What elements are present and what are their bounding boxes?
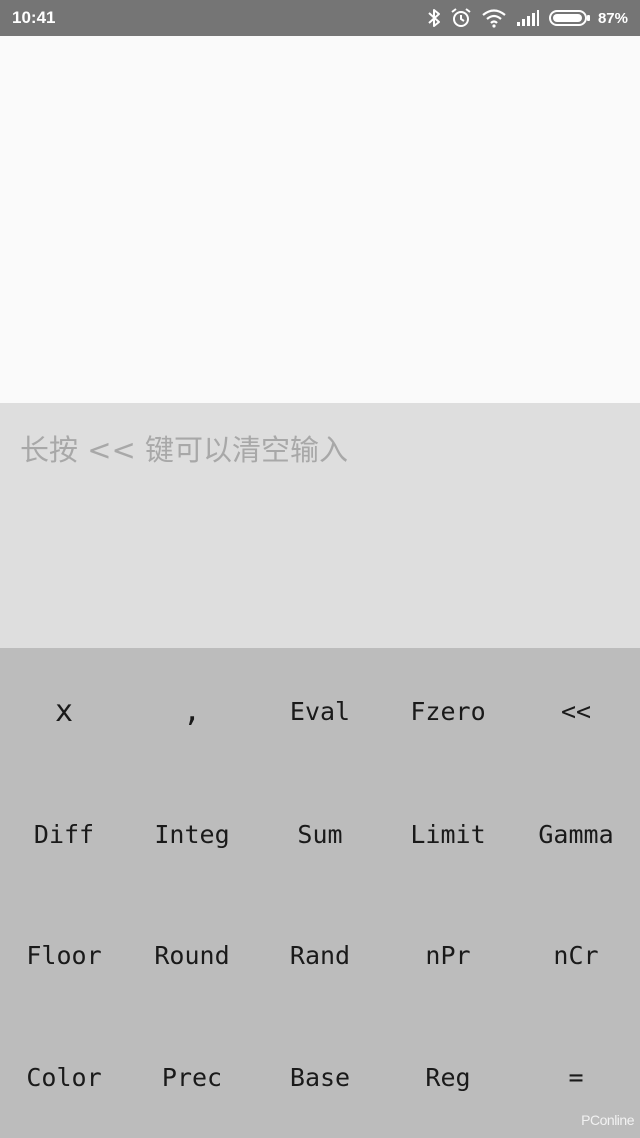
key-reg[interactable]: Reg [384, 1016, 512, 1138]
bluetooth-icon [427, 8, 441, 28]
result-display [0, 36, 640, 403]
key-backspace[interactable]: << [512, 648, 640, 774]
key-eval[interactable]: Eval [256, 648, 384, 774]
keypad: x , Eval Fzero << Diff Integ Sum Limit G… [0, 648, 640, 1138]
key-floor[interactable]: Floor [0, 894, 128, 1016]
status-bar: 10:41 87% [0, 0, 640, 36]
key-comma[interactable]: , [128, 648, 256, 774]
key-fzero[interactable]: Fzero [384, 648, 512, 774]
battery-percent: 87% [597, 9, 628, 27]
key-prec[interactable]: Prec [128, 1016, 256, 1138]
input-area[interactable] [0, 403, 640, 648]
key-round[interactable]: Round [128, 894, 256, 1016]
key-npr[interactable]: nPr [384, 894, 512, 1016]
status-icons: 87% [427, 7, 628, 29]
signal-icon [516, 9, 540, 27]
key-color[interactable]: Color [0, 1016, 128, 1138]
key-gamma[interactable]: Gamma [512, 774, 640, 894]
key-ncr[interactable]: nCr [512, 894, 640, 1016]
key-base[interactable]: Base [256, 1016, 384, 1138]
alarm-icon [450, 7, 472, 29]
key-limit[interactable]: Limit [384, 774, 512, 894]
key-diff[interactable]: Diff [0, 774, 128, 894]
key-integ[interactable]: Integ [128, 774, 256, 894]
watermark-logo: PConline [581, 1112, 634, 1128]
battery-icon [548, 9, 591, 27]
wifi-icon [481, 8, 507, 28]
expression-input[interactable] [0, 403, 640, 483]
key-x[interactable]: x [0, 648, 128, 774]
key-rand[interactable]: Rand [256, 894, 384, 1016]
key-sum[interactable]: Sum [256, 774, 384, 894]
status-time: 10:41 [12, 8, 56, 27]
